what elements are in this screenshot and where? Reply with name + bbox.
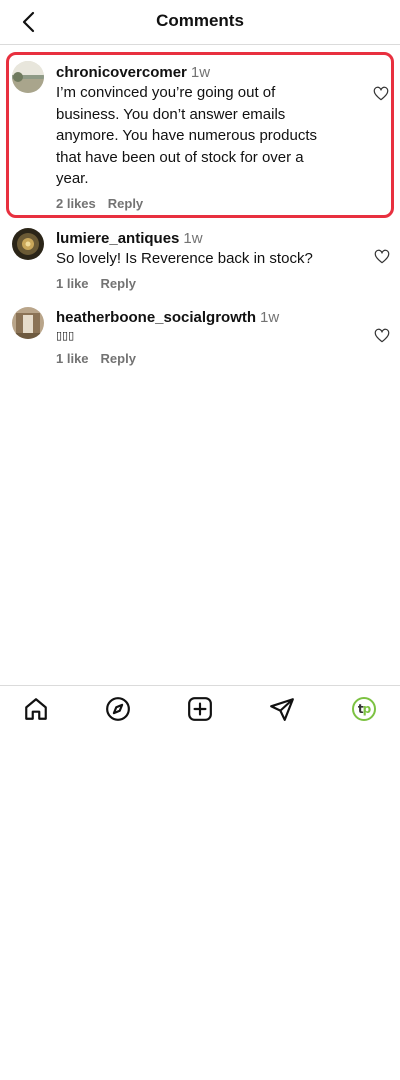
comment-actions: 1 like Reply	[56, 351, 356, 366]
comment-actions: 2 likes Reply	[56, 196, 346, 211]
comment-time: 1w	[183, 230, 203, 247]
comment-text: So lovely! Is Reverence back in stock?	[56, 250, 313, 267]
tab-profile[interactable]: tp	[351, 696, 377, 722]
home-icon	[25, 698, 47, 720]
comment-text: I’m convinced you’re going out of busine…	[56, 84, 317, 187]
comment-text: ▯▯▯	[56, 330, 75, 342]
comment-body: chronicovercomer 1w I’m convinced you’re …	[56, 63, 346, 211]
likes-count[interactable]: 1 like	[56, 351, 89, 366]
direct-message-icon	[270, 698, 294, 721]
likes-count[interactable]: 2 likes	[56, 196, 96, 211]
comment-item: lumiere_antiques 1w So lovely! Is Reveren…	[0, 227, 400, 297]
reply-button[interactable]: Reply	[108, 196, 143, 211]
page-title: Comments	[156, 11, 244, 30]
comment-body: lumiere_antiques 1w So lovely! Is Reveren…	[56, 229, 356, 291]
comment-time: 1w	[260, 309, 280, 326]
tab-home[interactable]	[23, 696, 49, 722]
comment-time: 1w	[190, 64, 211, 81]
reply-button[interactable]: Reply	[101, 351, 136, 366]
tab-create[interactable]	[187, 696, 213, 722]
tab-direct[interactable]	[269, 696, 295, 722]
comment-item: chronicovercomer 1w I’m convinced you’re …	[6, 52, 394, 218]
heart-icon[interactable]	[374, 328, 390, 344]
tab-explore[interactable]	[105, 696, 131, 722]
comment-item: heatherboone_socialgrowth 1w ▯▯▯ 1 like Re…	[0, 306, 400, 376]
explore-compass-icon	[106, 697, 130, 721]
bottom-tab-bar: tp	[0, 685, 400, 731]
user-avatar[interactable]	[12, 228, 44, 260]
comment-username[interactable]: chronicovercomer	[56, 64, 187, 81]
create-plus-icon	[188, 697, 212, 721]
heart-icon[interactable]	[373, 86, 389, 102]
comment-username[interactable]: heatherboone_socialgrowth	[56, 309, 256, 326]
top-bar: Comments	[0, 0, 400, 45]
user-avatar[interactable]	[12, 307, 44, 339]
comment-username[interactable]: lumiere_antiques	[56, 230, 179, 247]
reply-button[interactable]: Reply	[101, 276, 136, 291]
likes-count[interactable]: 1 like	[56, 276, 89, 291]
comment-body: heatherboone_socialgrowth 1w ▯▯▯ 1 like Re…	[56, 308, 356, 366]
comment-actions: 1 like Reply	[56, 276, 356, 291]
user-avatar[interactable]	[12, 61, 44, 93]
profile-avatar-icon: tp	[352, 697, 376, 721]
heart-icon[interactable]	[374, 249, 390, 265]
